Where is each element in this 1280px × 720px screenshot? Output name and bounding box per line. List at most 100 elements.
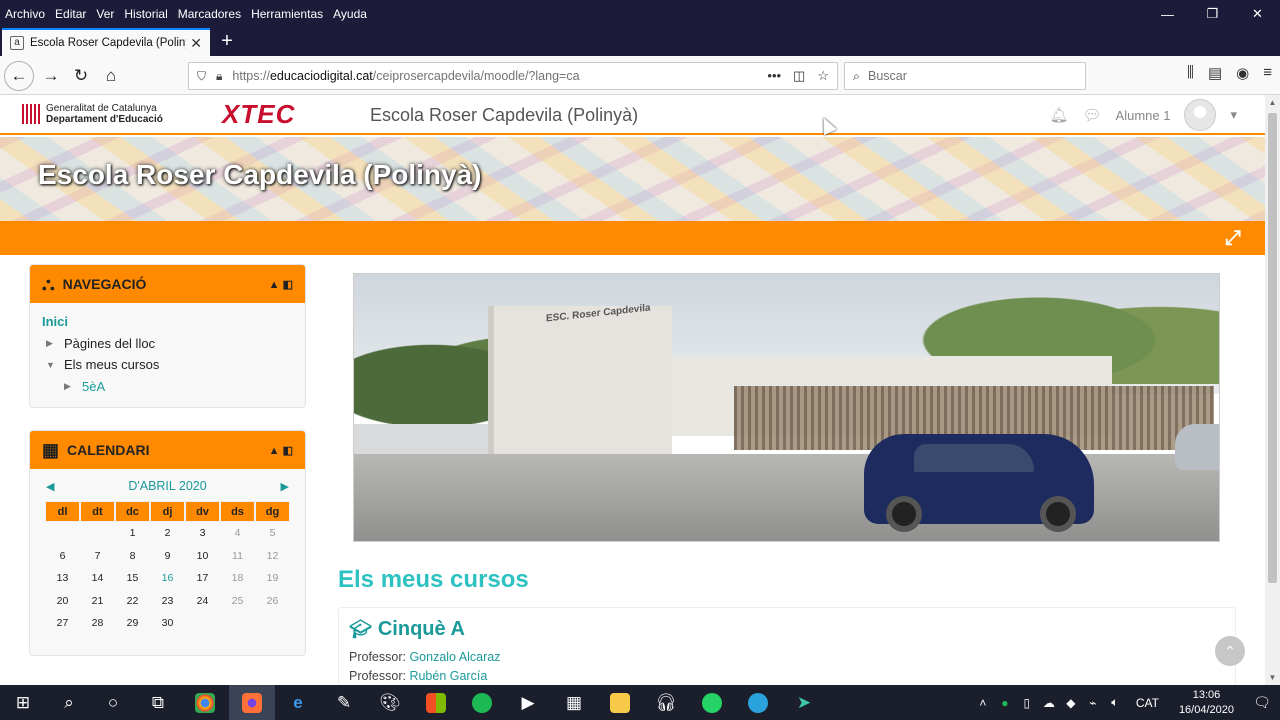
calendar-day[interactable]: 26 <box>255 590 290 613</box>
calendar-day[interactable]: 14 <box>80 567 115 590</box>
page-actions-icon[interactable]: ••• <box>767 68 781 84</box>
home-button[interactable]: ⌂ <box>96 61 126 91</box>
pocket-icon[interactable]: ◫ <box>793 68 805 84</box>
calendar-day[interactable]: 6 <box>45 545 80 568</box>
user-menu-caret-icon[interactable]: ▾ <box>1230 107 1237 123</box>
menu-herramientas[interactable]: Herramientas <box>246 7 328 21</box>
scroll-up-arrow-icon[interactable]: ▲ <box>1265 98 1280 107</box>
taskbar-chrome[interactable] <box>182 685 228 720</box>
reload-button[interactable]: ↻ <box>66 61 96 91</box>
tray-clock[interactable]: 13:06 16/04/2020 <box>1179 688 1234 718</box>
next-month-icon[interactable]: ▶ <box>281 480 289 493</box>
page-scrollbar[interactable]: ▲ ▼ <box>1265 95 1280 685</box>
taskbar-media-player[interactable]: ▶ <box>505 685 551 720</box>
site-name[interactable]: Escola Roser Capdevila (Polinyà) <box>370 105 638 126</box>
scrollbar-thumb[interactable] <box>1268 113 1277 583</box>
menu-marcadores[interactable]: Marcadores <box>173 7 246 21</box>
tray-network-icon[interactable]: ⌁ <box>1082 696 1104 710</box>
block-collapse-icon[interactable]: ▲ ◧ <box>269 278 293 291</box>
avatar[interactable] <box>1184 99 1217 131</box>
search-input[interactable]: ⌕ Buscar <box>844 62 1086 90</box>
calendar-day[interactable]: 11 <box>220 545 255 568</box>
start-button[interactable]: ⊞ <box>0 685 46 720</box>
calendar-day[interactable]: 30 <box>150 612 185 635</box>
teacher-link[interactable]: Rubén García <box>409 669 487 683</box>
taskbar-telegram[interactable] <box>735 685 781 720</box>
calendar-month[interactable]: D'ABRIL 2020 <box>128 479 206 493</box>
sidebar-icon[interactable]: ▤ <box>1208 64 1222 82</box>
bookmark-star-icon[interactable]: ☆ <box>817 68 829 84</box>
taskbar-spotify[interactable] <box>459 685 505 720</box>
notifications-icon[interactable]: 🗨︎ <box>1244 694 1280 711</box>
close-tab-icon[interactable]: ✕ <box>190 35 202 52</box>
calendar-day[interactable]: 24 <box>185 590 220 613</box>
previous-month-icon[interactable]: ◀ <box>46 480 54 493</box>
scroll-down-arrow-icon[interactable]: ▼ <box>1265 673 1280 682</box>
calendar-day[interactable]: 8 <box>115 545 150 568</box>
maximize-button[interactable]: ❐ <box>1190 0 1235 28</box>
teacher-link[interactable]: Gonzalo Alcaraz <box>409 650 500 664</box>
calendar-day[interactable]: 23 <box>150 590 185 613</box>
close-window-button[interactable]: ✕ <box>1235 0 1280 28</box>
nav-item-home[interactable]: Inici <box>42 311 293 333</box>
xtec-logo[interactable]: XTEC <box>222 99 295 130</box>
calendar-day[interactable]: 12 <box>255 545 290 568</box>
calendar-day[interactable]: 15 <box>115 567 150 590</box>
taskbar-edge[interactable]: e <box>275 685 321 720</box>
taskbar-store[interactable] <box>413 685 459 720</box>
fullscreen-expand-icon[interactable]: ⤢ <box>1225 227 1241 250</box>
menu-archivo[interactable]: Archivo <box>0 7 50 21</box>
taskbar-search-button[interactable]: ⌕ <box>46 685 92 720</box>
notifications-bell-icon[interactable]: 🔔︎ <box>1049 106 1068 124</box>
menu-historial[interactable]: Historial <box>119 7 172 21</box>
cortana-button[interactable]: ○ <box>90 685 136 720</box>
tray-battery-icon[interactable]: ▯ <box>1016 696 1038 710</box>
task-view-button[interactable]: ⧉ <box>135 685 181 720</box>
taskbar-firefox[interactable] <box>229 685 275 720</box>
calendar-day[interactable]: 29 <box>115 612 150 635</box>
taskbar-paint[interactable]: 🎨︎ <box>367 685 413 720</box>
account-icon[interactable]: ◉ <box>1236 64 1249 82</box>
tray-chevron-up-icon[interactable]: ˄ <box>972 696 994 710</box>
scroll-to-top-button[interactable]: ⌃ <box>1215 636 1245 666</box>
lock-icon[interactable]: 🔒︎ <box>216 69 222 84</box>
calendar-day[interactable]: 9 <box>150 545 185 568</box>
nav-item-course-5ea[interactable]: ▶ 5èA <box>42 376 293 398</box>
calendar-day[interactable]: 2 <box>150 522 185 545</box>
tray-spotify-icon[interactable]: ● <box>994 696 1016 710</box>
menu-ayuda[interactable]: Ayuda <box>328 7 372 21</box>
gencat-logo[interactable]: Generalitat de Catalunya Departament d'E… <box>22 103 163 125</box>
menu-editar[interactable]: Editar <box>50 7 91 21</box>
hamburger-menu-icon[interactable]: ≡ <box>1263 64 1272 82</box>
new-tab-button[interactable]: + <box>216 28 238 56</box>
tray-onedrive-icon[interactable]: ☁ <box>1038 696 1060 710</box>
calendar-day[interactable]: 3 <box>185 522 220 545</box>
forward-button[interactable]: → <box>36 61 66 91</box>
calendar-day[interactable]: 22 <box>115 590 150 613</box>
messages-icon[interactable]: 💬︎ <box>1083 106 1102 124</box>
tray-language[interactable]: CAT <box>1136 696 1159 710</box>
taskbar-app-arrow[interactable]: ➤ <box>781 685 827 720</box>
calendar-day[interactable]: 16 <box>150 567 185 590</box>
calendar-day[interactable]: 21 <box>80 590 115 613</box>
minimize-button[interactable]: — <box>1145 0 1190 28</box>
calendar-day[interactable]: 13 <box>45 567 80 590</box>
taskbar-app-pen[interactable]: ✎ <box>321 685 367 720</box>
block-collapse-icon[interactable]: ▲ ◧ <box>269 444 293 457</box>
shield-icon[interactable]: ⛉ <box>197 69 206 84</box>
browser-tab[interactable]: a Escola Roser Capdevila (Poliny… ✕ <box>2 28 210 56</box>
nav-item-my-courses[interactable]: ▼ Els meus cursos <box>42 354 293 376</box>
nav-item-site-pages[interactable]: ▶ Pàgines del lloc <box>42 333 293 355</box>
back-button[interactable]: ← <box>4 61 34 91</box>
calendar-day[interactable]: 10 <box>185 545 220 568</box>
calendar-day[interactable]: 7 <box>80 545 115 568</box>
taskbar-headphones-app[interactable]: 🎧︎ <box>643 685 689 720</box>
calendar-day[interactable]: 4 <box>220 522 255 545</box>
calendar-day[interactable]: 17 <box>185 567 220 590</box>
calendar-day[interactable]: 28 <box>80 612 115 635</box>
library-icon[interactable]: ⫼ <box>1187 64 1194 82</box>
menu-ver[interactable]: Ver <box>91 7 119 21</box>
calendar-day[interactable]: 18 <box>220 567 255 590</box>
calendar-day[interactable]: 20 <box>45 590 80 613</box>
tray-app-icon[interactable]: ◆ <box>1060 696 1082 710</box>
